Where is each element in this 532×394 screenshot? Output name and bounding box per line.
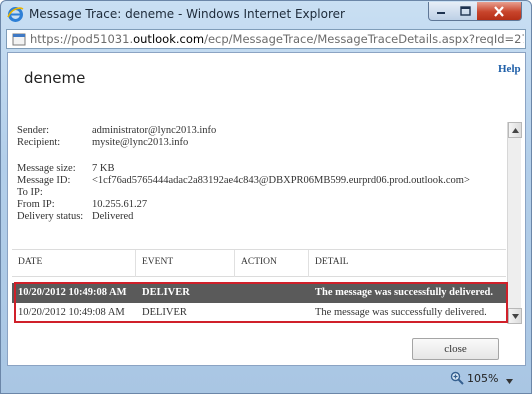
column-header-event[interactable]: EVENT (136, 250, 235, 277)
page-icon (11, 32, 27, 47)
url-text[interactable]: https://pod51031.outlook.com/ecp/Message… (30, 32, 524, 46)
scroll-down-button[interactable] (508, 308, 522, 324)
minimize-icon (437, 12, 445, 14)
zoom-dropdown[interactable] (506, 374, 513, 387)
zoom-level: 105% (467, 371, 499, 385)
url-path: /ecp/MessageTrace/MessageTraceDetails.as… (204, 32, 524, 46)
recipient-value: mysite@lync2013.info (92, 137, 189, 148)
address-bar[interactable]: https://pod51031.outlook.com/ecp/Message… (6, 29, 526, 49)
highlight-annotation (14, 282, 508, 323)
minimize-button[interactable] (428, 2, 454, 21)
message-id-label: Message ID: (17, 175, 71, 186)
url-prefix: https://pod51031. (30, 32, 134, 46)
recipient-label: Recipient: (17, 137, 61, 148)
title-bar[interactable]: Message Trace: deneme - Windows Internet… (1, 1, 531, 28)
zoom-control[interactable]: 105% (450, 371, 498, 385)
column-header-action[interactable]: ACTION (235, 250, 309, 277)
column-header-detail[interactable]: DETAIL (309, 250, 506, 277)
arrow-down-icon (511, 313, 519, 319)
from-ip-label: From IP: (17, 199, 55, 210)
status-bar: 105% (7, 368, 526, 388)
page-content: deneme Help Sender: administrator@lync20… (7, 52, 526, 366)
browser-window: Message Trace: deneme - Windows Internet… (0, 0, 532, 394)
page-title: deneme (24, 69, 86, 87)
ie-logo-icon (7, 6, 24, 23)
sender-label: Sender: (17, 125, 50, 136)
close-window-button[interactable] (477, 2, 522, 21)
maximize-button[interactable] (453, 2, 478, 21)
close-icon (494, 5, 504, 17)
message-id-value: <1cf76ad5765444adac2a83192ae4c843@DBXPR0… (92, 175, 470, 186)
to-ip-label: To IP: (17, 187, 43, 198)
vertical-scrollbar[interactable] (507, 122, 522, 324)
chevron-down-icon (506, 379, 513, 384)
table-header: DATE EVENT ACTION DETAIL (12, 249, 506, 277)
column-header-date[interactable]: DATE (12, 250, 136, 277)
maximize-icon (459, 6, 471, 16)
arrow-up-icon (511, 127, 519, 133)
help-link[interactable]: Help (498, 63, 521, 75)
close-button[interactable]: close (412, 338, 499, 360)
zoom-icon (450, 371, 464, 385)
from-ip-value: 10.255.61.27 (92, 199, 148, 210)
delivery-status-value: Delivered (92, 211, 134, 222)
url-domain: outlook.com (133, 32, 205, 46)
delivery-status-label: Delivery status: (17, 211, 84, 222)
window-title: Message Trace: deneme - Windows Internet… (29, 7, 345, 21)
scroll-up-button[interactable] (508, 122, 522, 138)
sender-value: administrator@lync2013.info (92, 125, 217, 136)
size-value: 7 KB (92, 163, 115, 174)
size-label: Message size: (17, 163, 76, 174)
